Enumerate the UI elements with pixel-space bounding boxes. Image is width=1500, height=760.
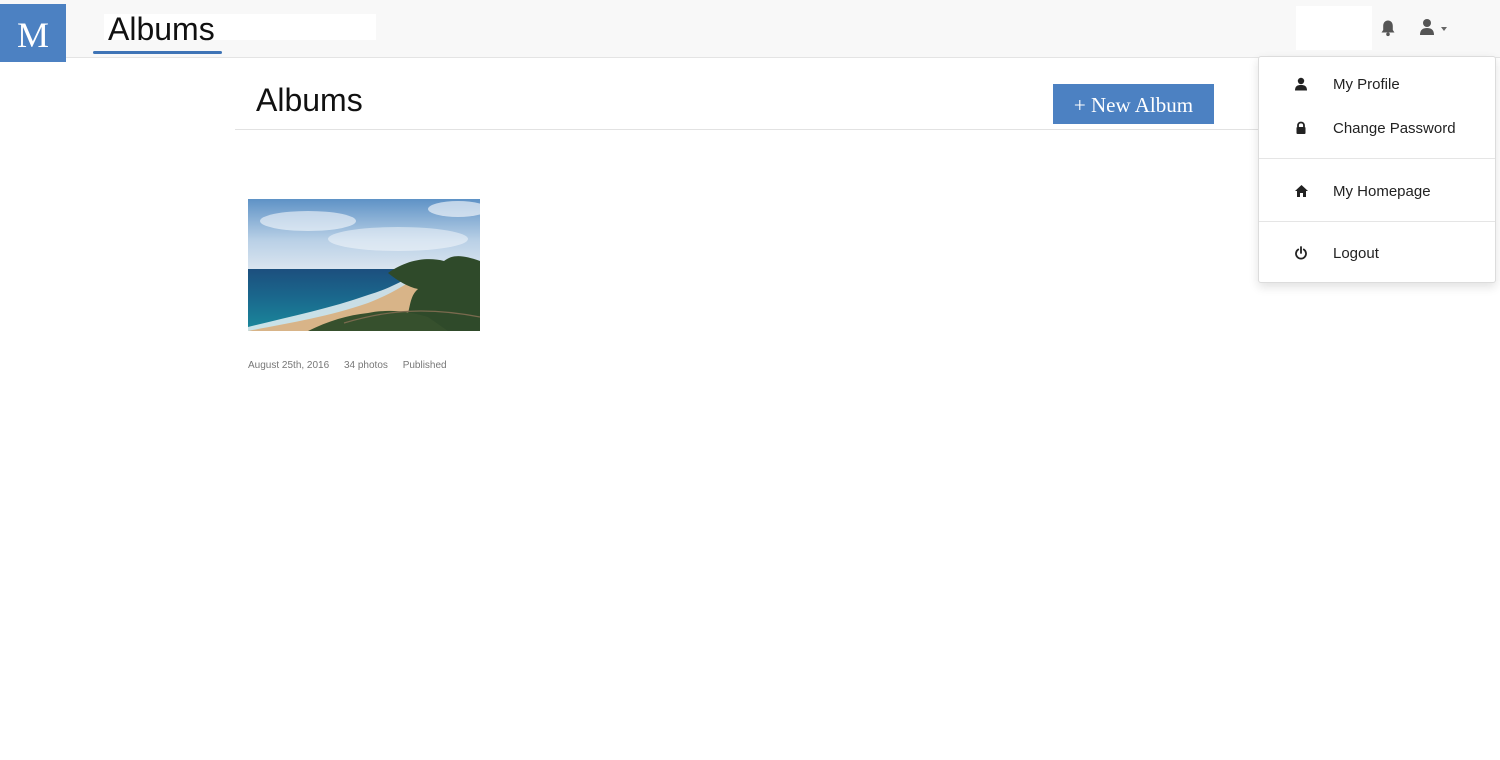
home-icon: [1293, 183, 1309, 199]
power-icon: [1293, 245, 1309, 261]
nav-active-underline: [93, 51, 222, 54]
album-thumbnail[interactable]: [248, 199, 480, 331]
top-navbar: Albums: [0, 0, 1500, 58]
caret-down-icon: [1441, 27, 1447, 31]
lock-icon: [1293, 120, 1309, 136]
menu-item-change-password[interactable]: Change Password: [1259, 110, 1495, 146]
menu-item-label: Logout: [1333, 244, 1379, 262]
menu-item-label: Change Password: [1333, 119, 1456, 137]
album-photo-count: 34 photos: [343, 360, 388, 371]
menu-item-label: My Profile: [1333, 75, 1400, 93]
user-dropdown-menu: My Profile Change Password My Homepage L…: [1258, 56, 1496, 283]
menu-item-label: My Homepage: [1333, 182, 1431, 200]
album-date: August 25th, 2016: [248, 360, 330, 371]
bell-icon[interactable]: [1378, 18, 1398, 38]
nav-title: Albums: [108, 11, 215, 47]
user-icon: [1293, 76, 1309, 92]
album-meta: August 25th, 2016 34 photos Published: [248, 360, 459, 371]
menu-divider: [1259, 158, 1495, 159]
menu-item-my-homepage[interactable]: My Homepage: [1259, 173, 1495, 209]
nav-blank-box: [1296, 6, 1372, 50]
menu-divider: [1259, 221, 1495, 222]
page-title: Albums: [256, 82, 363, 118]
brand-logo[interactable]: M: [0, 4, 66, 62]
coastal-landscape-image: [248, 199, 480, 331]
user-icon: [1419, 18, 1435, 41]
menu-item-my-profile[interactable]: My Profile: [1259, 66, 1495, 102]
user-menu-toggle[interactable]: [1419, 16, 1465, 42]
album-status: Published: [402, 360, 447, 371]
new-album-button[interactable]: + New Album: [1053, 84, 1214, 124]
menu-item-logout[interactable]: Logout: [1259, 235, 1495, 271]
